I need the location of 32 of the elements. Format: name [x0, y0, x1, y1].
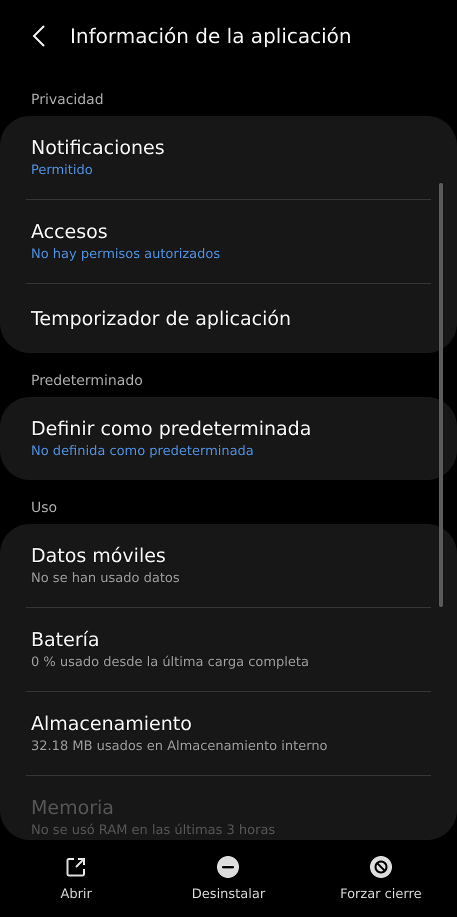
section-label: Predeterminado — [31, 373, 143, 389]
settings-item[interactable]: Temporizador de aplicación — [26, 283, 431, 353]
item-title: Almacenamiento — [31, 712, 193, 737]
item-title: Accesos — [31, 220, 109, 245]
action-button[interactable]: Desinstalar — [152, 840, 305, 917]
item-summary: No definida como predeterminada — [31, 443, 255, 461]
item-summary: No se usó RAM en las últimas 3 horas — [31, 822, 276, 840]
item-summary: 0 % usado desde la última carga completa — [31, 654, 310, 672]
item-summary: No se han usado datos — [31, 570, 181, 588]
item-title: Temporizador de aplicación — [31, 307, 292, 332]
item-title: Memoria — [31, 796, 115, 821]
settings-item[interactable]: Datos móviles No se han usado datos — [26, 524, 431, 607]
item-title: Datos móviles — [31, 544, 167, 569]
settings-item[interactable]: Notificaciones Permitido — [26, 116, 431, 199]
item-title: Notificaciones — [31, 136, 166, 161]
item-title: Definir como predeterminada — [31, 417, 312, 442]
block-icon — [368, 855, 393, 879]
screen-title: Información de la aplicación — [70, 24, 352, 48]
back-icon[interactable] — [32, 24, 46, 48]
settings-item[interactable]: Definir como predeterminada No definida como predeterminada — [26, 397, 431, 480]
section-label: Privacidad — [31, 92, 104, 108]
settings-item[interactable]: Almacenamiento 32.18 MB usados en Almacenamiento interno — [26, 691, 431, 775]
action-button[interactable]: Forzar cierre — [304, 840, 457, 917]
minus-circle-icon — [216, 855, 240, 879]
item-title: Batería — [31, 628, 101, 653]
item-summary: Permitido — [31, 162, 94, 180]
item-summary: 32.18 MB usados en Almacenamiento interno — [31, 738, 329, 756]
section-label: Uso — [31, 500, 58, 516]
item-summary: No hay permisos autorizados — [31, 246, 222, 264]
action-button[interactable]: Abrir — [0, 840, 152, 917]
settings-item[interactable]: Batería 0 % usado desde la última carga completa — [26, 607, 431, 691]
settings-item[interactable]: Accesos No hay permisos autorizados — [26, 199, 431, 283]
